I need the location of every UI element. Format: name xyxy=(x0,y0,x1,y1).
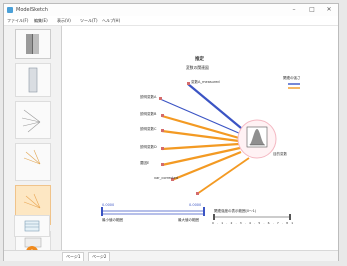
legend-swatch xyxy=(288,83,300,89)
link-corrected[interactable] xyxy=(196,157,250,195)
target-label: 目的変数 xyxy=(273,152,287,156)
slider-left-caption-right: 最大値の範囲 xyxy=(178,218,199,222)
link-explanatory-b[interactable] xyxy=(161,129,240,143)
diagram-subtitle: 変数の関連図 xyxy=(186,65,209,70)
slider-left-end: 0.0000 xyxy=(189,203,202,207)
thumbnail-column[interactable] xyxy=(15,63,51,97)
menu-file[interactable]: ファイル(F) xyxy=(7,16,28,25)
app-icon xyxy=(7,7,13,13)
node-label-6[interactable]: var_corrected xyxy=(154,176,178,180)
menu-edit[interactable]: 編集(E) xyxy=(34,16,48,25)
slider-left-start: 0.0000 xyxy=(102,203,115,207)
close-icon[interactable]: ✕ xyxy=(321,5,337,15)
node-label-2[interactable]: 説明変数B xyxy=(140,112,156,116)
node-label-0[interactable]: 変数A_measured xyxy=(191,80,220,84)
tab-page-2[interactable]: ページ2 xyxy=(88,252,111,261)
slider-right-ticks: 0.1.2.3.4.5.6.7.81 xyxy=(212,221,297,225)
tab-page-1[interactable]: ページ1 xyxy=(62,252,85,261)
thumbnail-table[interactable] xyxy=(14,215,50,237)
central-node[interactable] xyxy=(237,119,277,159)
title-bar: ModelSketch – □ ✕ xyxy=(4,4,338,16)
thumbnail-book[interactable] xyxy=(15,29,51,59)
minimize-icon[interactable]: – xyxy=(286,5,302,15)
node-label-3[interactable]: 説明変数C xyxy=(140,127,156,131)
maximize-icon[interactable]: □ xyxy=(304,5,320,15)
link-explanatory-c[interactable] xyxy=(161,142,240,151)
legend-title: 関連の強さ xyxy=(283,76,301,80)
range-slider-right[interactable] xyxy=(213,214,291,220)
diagram-canvas: 推定 変数の関連図 関連の強さ 変数A_measured 説明変数A 説明変数B… xyxy=(61,24,333,246)
node-label-4[interactable]: 説明変数D xyxy=(140,145,157,149)
thumbnail-network-2[interactable] xyxy=(15,143,51,181)
range-slider-left[interactable] xyxy=(101,207,205,216)
slider-right-caption: 関連強度の表示範囲(0〜1) xyxy=(214,209,257,213)
thumbnail-network-1[interactable] xyxy=(15,101,51,139)
diagram-title: 推定 xyxy=(195,57,204,62)
link-variable-a[interactable] xyxy=(187,83,242,129)
window-title: ModelSketch xyxy=(16,7,48,13)
node-label-5[interactable]: 要因E xyxy=(140,161,149,165)
status-bar: ページ1 ページ2 xyxy=(4,250,338,261)
link-explanatory-a[interactable] xyxy=(161,114,240,140)
slider-left-caption-left: 最小値の範囲 xyxy=(102,218,123,222)
node-label-1[interactable]: 説明変数A xyxy=(140,95,156,99)
